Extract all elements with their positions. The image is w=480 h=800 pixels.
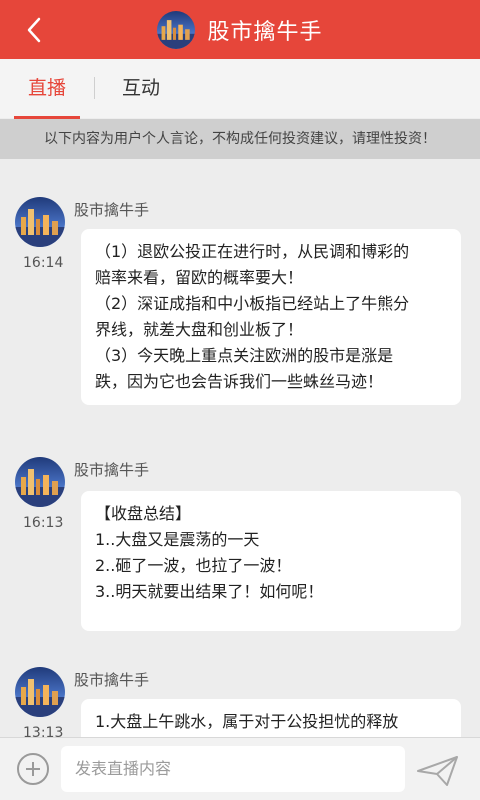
message-line: （3）今天晚上重点关注欧洲的股市是涨是 (95, 346, 394, 365)
send-button[interactable] (415, 754, 461, 788)
disclaimer-banner: 以下内容为用户个人言论，不构成任何投资建议，请理性投资！ (0, 119, 480, 159)
avatar[interactable] (15, 667, 65, 717)
message-line: 3..明天就要出结果了！如何呢！ (95, 582, 324, 601)
tab-interact[interactable]: 互动 (122, 59, 160, 118)
author-name: 股市擒牛手 (74, 201, 150, 219)
post-input[interactable]: 发表直播内容 (61, 746, 405, 792)
tab-live[interactable]: 直播 (28, 59, 66, 118)
message-line: 跌，因为它也会告诉我们一些蛛丝马迹！ (95, 372, 384, 391)
message-line: 1.大盘上午跳水，属于对于公投担忧的释放 (95, 712, 399, 731)
page-title: 股市擒牛手 (207, 19, 323, 45)
composer-bar: 发表直播内容 (0, 737, 480, 800)
chevron-left-icon (27, 17, 41, 43)
message-time: 16:14 (23, 255, 64, 271)
message-time: 13:13 (23, 725, 64, 737)
live-feed[interactable]: 股市擒牛手 16:14 （1）退欧公投正在进行时，从民调和博彩的 赔率来看，留欧… (0, 159, 480, 737)
message-time: 16:13 (23, 515, 64, 531)
message-line: 2..砸了一波，也拉了一波！ (95, 556, 292, 575)
avatar[interactable] (15, 457, 65, 507)
tab-divider (94, 77, 95, 99)
message-bubble: 1.大盘上午跳水，属于对于公投担忧的释放 (81, 699, 461, 737)
avatar[interactable] (15, 197, 65, 247)
message-line: 界线，就差大盘和创业板了！ (95, 320, 304, 339)
message-bubble: 【收盘总结】 1..大盘又是震荡的一天 2..砸了一波，也拉了一波！ 3..明天… (81, 491, 461, 631)
avatar[interactable] (157, 10, 196, 49)
author-name: 股市擒牛手 (74, 671, 150, 689)
title-group: 股市擒牛手 (157, 10, 323, 49)
message-line: 1..大盘又是震荡的一天 (95, 530, 260, 549)
plus-circle-icon[interactable] (17, 753, 49, 785)
message-bubble: （1）退欧公投正在进行时，从民调和博彩的 赔率来看，留欧的概率要大！ （2）深证… (81, 229, 461, 405)
message-line: 赔率来看，留欧的概率要大！ (95, 268, 304, 287)
author-name: 股市擒牛手 (74, 461, 150, 479)
top-bar: 股市擒牛手 (0, 0, 480, 59)
send-icon (417, 756, 458, 786)
tab-bar: 直播 互动 (0, 59, 480, 118)
message-line: 【收盘总结】 (95, 504, 192, 523)
message-line: （2）深证成指和中小板指已经站上了牛熊分 (95, 294, 410, 313)
back-button[interactable] (14, 10, 54, 50)
message-line: （1）退欧公投正在进行时，从民调和博彩的 (95, 242, 410, 261)
